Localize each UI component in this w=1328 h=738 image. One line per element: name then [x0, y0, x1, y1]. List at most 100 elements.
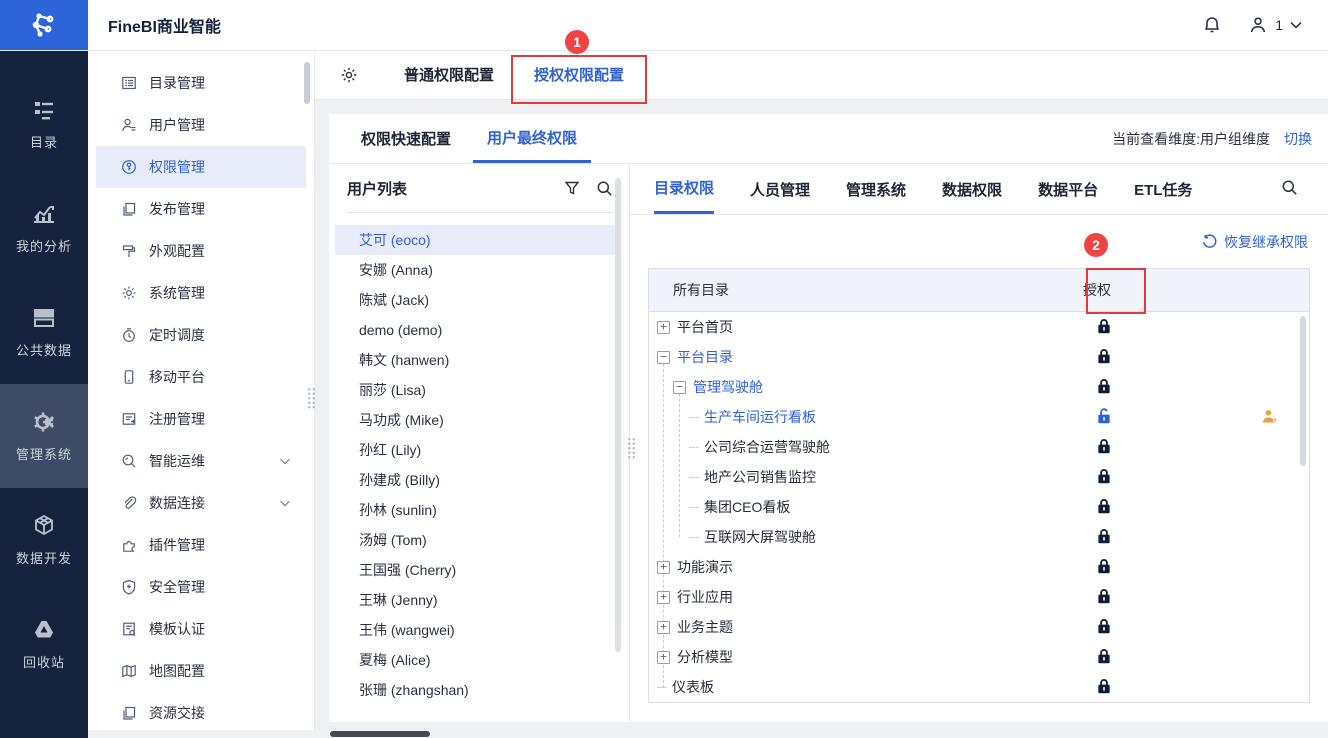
lock-closed-icon[interactable] — [1095, 587, 1115, 607]
directory-node-label[interactable]: 业务主题 — [677, 617, 733, 637]
user-list-item[interactable]: 王伟 (wangwei) — [335, 615, 615, 645]
finebi-logo[interactable] — [0, 0, 88, 50]
expand-icon[interactable]: + — [657, 320, 670, 334]
user-list-item[interactable]: 艾可 (eoco) — [335, 225, 615, 255]
user-list-item[interactable]: 丽莎 (Lisa) — [335, 375, 615, 405]
directory-node-label[interactable]: 平台目录 — [677, 347, 733, 367]
userlist-resize-handle[interactable] — [627, 437, 636, 459]
sidebar-item-connection[interactable]: 数据连接 — [96, 482, 306, 524]
horizontal-scrollbar-thumb[interactable] — [330, 731, 430, 737]
user-list-item[interactable]: 孙建成 (Billy) — [335, 465, 615, 495]
sidebar-item-permission[interactable]: 权限管理 — [96, 146, 306, 188]
permission-tab-1[interactable]: 人员管理 — [750, 164, 810, 214]
user-list-item[interactable]: 陈斌 (Jack) — [335, 285, 615, 315]
expand-icon[interactable]: + — [657, 620, 670, 634]
authorized-user-icon[interactable] — [1261, 408, 1279, 426]
directory-node-label[interactable]: 仪表板 — [672, 677, 714, 697]
tab-quick-config[interactable]: 权限快速配置 — [347, 114, 465, 163]
sidebar-item-register[interactable]: 注册管理 — [96, 398, 306, 440]
rail-item-publicdata[interactable]: 公共数据 — [0, 280, 88, 384]
user-list-item[interactable]: 王琳 (Jenny) — [335, 585, 615, 615]
lock-closed-icon[interactable] — [1095, 677, 1115, 697]
directory-node-label[interactable]: 行业应用 — [677, 587, 733, 607]
user-list-item[interactable]: demo (demo) — [335, 315, 615, 345]
user-list-item[interactable]: 王国强 (Cherry) — [335, 555, 615, 585]
sidebar-item-ops[interactable]: 智能运维 — [96, 440, 306, 482]
directory-node-label[interactable]: 公司综合运营驾驶舱 — [704, 437, 830, 457]
rail-item-label: 数据开发 — [15, 551, 72, 566]
switch-dimension-link[interactable]: 切换 — [1284, 129, 1312, 149]
lock-closed-icon[interactable] — [1095, 317, 1115, 337]
user-list-item[interactable]: 孙红 (Lily) — [335, 435, 615, 465]
gear-icon[interactable] — [340, 66, 358, 84]
rail-item-admin[interactable]: 管理系统 — [0, 384, 88, 488]
sidebar-item-user[interactable]: 用户管理 — [96, 104, 306, 146]
directory-node-label[interactable]: 地产公司销售监控 — [704, 467, 816, 487]
user-list-item[interactable]: 韩文 (hanwen) — [335, 345, 615, 375]
collapse-icon[interactable]: − — [673, 380, 686, 394]
sidebar-item-security[interactable]: 安全管理 — [96, 566, 306, 608]
tab-normal-permission[interactable]: 普通权限配置 — [404, 64, 494, 85]
search-icon[interactable] — [596, 180, 613, 197]
directory-node-label[interactable]: 生产车间运行看板 — [704, 407, 816, 427]
lock-closed-icon[interactable] — [1095, 527, 1115, 547]
directory-node-label[interactable]: 互联网大屏驾驶舱 — [704, 527, 816, 547]
lock-closed-icon[interactable] — [1095, 497, 1115, 517]
lock-closed-icon[interactable] — [1095, 347, 1115, 367]
tree-connector-stub — [689, 476, 699, 478]
rail-item-recycle[interactable]: 回收站 — [0, 592, 88, 696]
sidebar-item-appearance[interactable]: 外观配置 — [96, 230, 306, 272]
directory-node-label[interactable]: 功能演示 — [677, 557, 733, 577]
lock-closed-icon[interactable] — [1095, 467, 1115, 487]
lock-closed-icon[interactable] — [1095, 647, 1115, 667]
user-list-item[interactable]: 安娜 (Anna) — [335, 255, 615, 285]
sidebar-item-map[interactable]: 地图配置 — [96, 650, 306, 692]
directory-node-label[interactable]: 管理驾驶舱 — [693, 377, 763, 397]
lock-closed-icon[interactable] — [1095, 437, 1115, 457]
sidebar-item-mobile[interactable]: 移动平台 — [96, 356, 306, 398]
sidebar-resize-handle[interactable] — [307, 387, 316, 409]
user-list-item[interactable]: 夏梅 (Alice) — [335, 645, 615, 675]
lock-closed-icon[interactable] — [1095, 557, 1115, 577]
expand-icon[interactable]: + — [657, 650, 670, 664]
permission-tab-5[interactable]: ETL任务 — [1134, 164, 1192, 214]
permission-tab-2[interactable]: 管理系统 — [846, 164, 906, 214]
sidebar-item-plugin[interactable]: 插件管理 — [96, 524, 306, 566]
user-menu[interactable]: 1 — [1248, 15, 1302, 35]
directory-node-label[interactable]: 分析模型 — [677, 647, 733, 667]
permission-tab-3[interactable]: 数据权限 — [942, 164, 1002, 214]
collapse-icon[interactable]: − — [657, 350, 670, 364]
user-list-item[interactable]: 孙林 (sunlin) — [335, 495, 615, 525]
permission-tab-0[interactable]: 目录权限 — [654, 164, 715, 214]
sidebar-item-system[interactable]: 系统管理 — [96, 272, 306, 314]
horizontal-scrollbar-track[interactable] — [88, 730, 1328, 738]
rail-item-analysis[interactable]: 我的分析 — [0, 176, 88, 280]
search-icon[interactable] — [1281, 179, 1298, 196]
tab-authorized-permission[interactable]: 授权权限配置 — [534, 64, 624, 85]
user-list-item[interactable]: 汤姆 (Tom) — [335, 525, 615, 555]
sidebar-item-publish[interactable]: 发布管理 — [96, 188, 306, 230]
sidebar-scrollbar[interactable] — [304, 62, 310, 104]
sidebar-item-schedule[interactable]: 定时调度 — [96, 314, 306, 356]
user-list-item[interactable]: 张珊 (zhangshan) — [335, 675, 615, 705]
rail-item-directory[interactable]: 目录 — [0, 72, 88, 176]
lock-open-icon[interactable] — [1095, 407, 1115, 427]
user-list-scrollbar[interactable] — [615, 178, 621, 652]
lock-closed-icon[interactable] — [1095, 617, 1115, 637]
user-list-item[interactable]: 马功成 (Mike) — [335, 405, 615, 435]
publish-icon — [121, 201, 137, 217]
expand-icon[interactable]: + — [657, 560, 670, 574]
directory-node-label[interactable]: 集团CEO看板 — [704, 497, 790, 517]
notification-bell-icon[interactable] — [1202, 15, 1222, 35]
permission-tab-4[interactable]: 数据平台 — [1038, 164, 1098, 214]
sidebar-item-catalog[interactable]: 目录管理 — [96, 62, 306, 104]
sidebar-item-handover[interactable]: 资源交接 — [96, 692, 306, 734]
directory-node-label[interactable]: 平台首页 — [677, 317, 733, 337]
sidebar-item-template[interactable]: 模板认证 — [96, 608, 306, 650]
rail-item-datadev[interactable]: 数据开发 — [0, 488, 88, 592]
restore-inherited-permission-link[interactable]: 恢复继承权限 — [1202, 232, 1308, 252]
tab-user-final-permission[interactable]: 用户最终权限 — [473, 114, 592, 163]
filter-icon[interactable] — [564, 180, 580, 196]
expand-icon[interactable]: + — [657, 590, 670, 604]
lock-closed-icon[interactable] — [1095, 377, 1115, 397]
